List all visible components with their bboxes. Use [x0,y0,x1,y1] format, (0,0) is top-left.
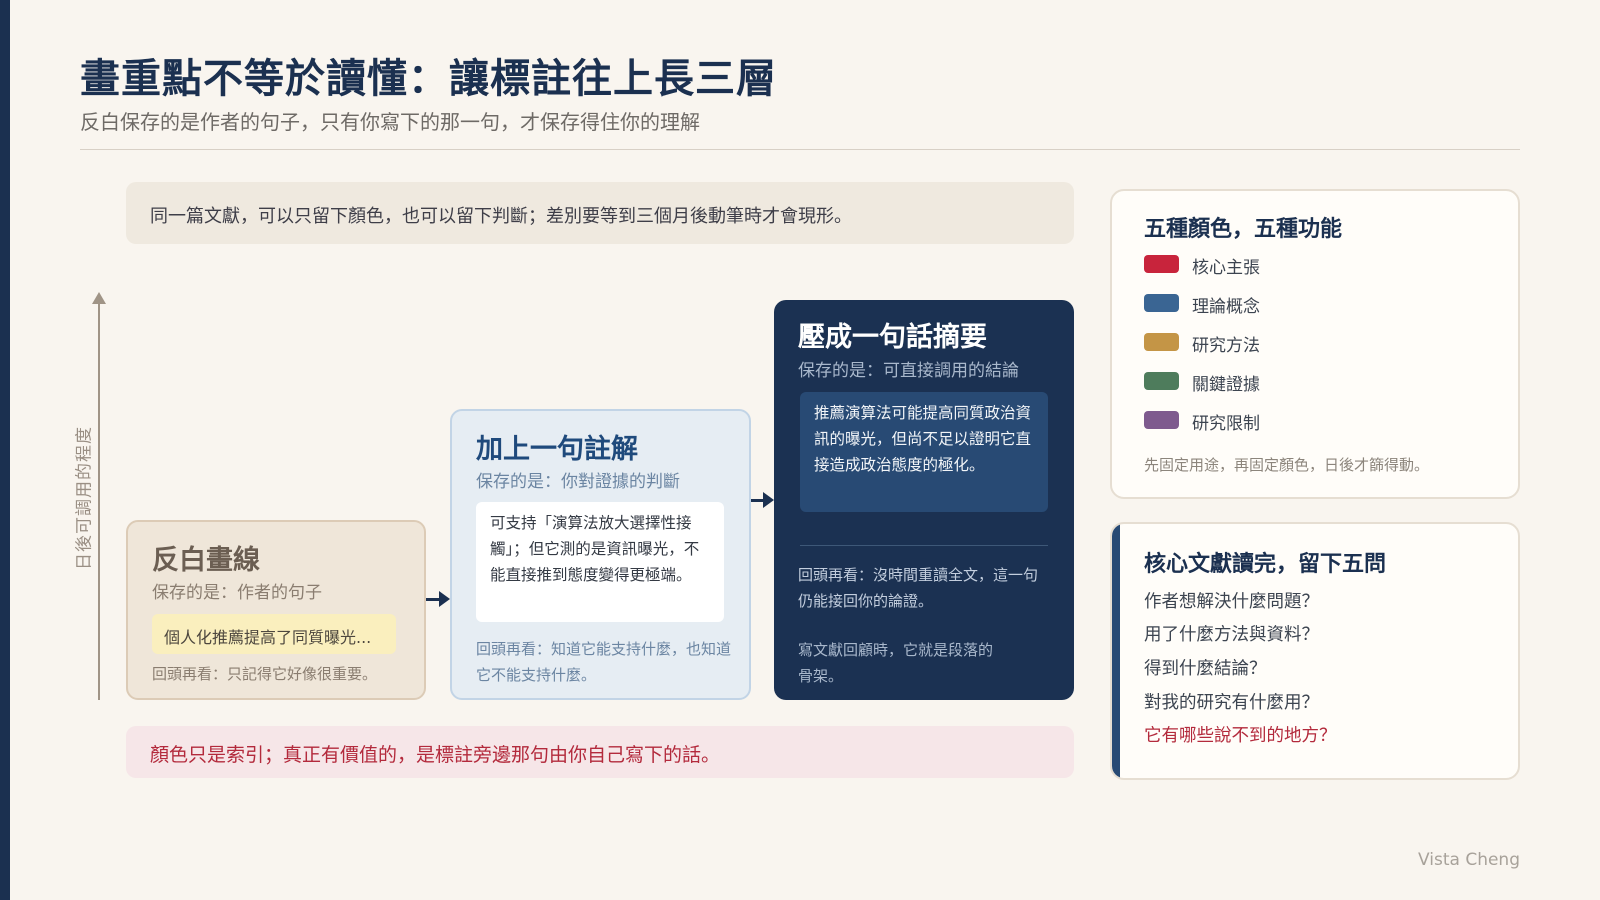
legend-label: 核心主張 [1192,258,1260,278]
level-card-highlight: 反白畫線 保存的是：作者的句子 個人化推薦提高了同質曝光... 回頭再看：只記得… [126,520,426,700]
legend-swatch [1144,255,1179,273]
legend-swatch [1144,294,1179,312]
level-card-annotation: 加上一句註解 保存的是：你對證據的判斷 可支持「演算法放大選擇性接觸」；但它測的… [450,409,751,700]
axis-arrow-up-icon [92,292,106,304]
intro-banner: 同一篇文獻，可以只留下顏色，也可以留下判斷；差別要等到三個月後動筆時才會現形。 [126,182,1074,244]
legend-label: 研究限制 [1192,414,1260,434]
flow-arrow-right-icon [751,490,774,510]
level-title: 壓成一句話摘要 [798,322,987,353]
left-accent-rail [0,0,10,900]
level-title: 反白畫線 [152,545,260,576]
questions-title: 核心文獻讀完，留下五問 [1144,552,1387,577]
panel-accent-bar [1112,524,1120,778]
color-legend-panel: 五種顏色，五種功能 核心主張 理論概念 研究方法 關鍵證據 研究限制 先固定用途… [1110,189,1520,499]
level-extra-note: 寫文獻回顧時，它就是段落的骨架。 [798,641,994,685]
highlight-sample: 個人化推薦提高了同質曝光... [152,614,396,654]
bottom-note-banner: 顏色只是索引；真正有價值的，是標註旁邊那句由你自己寫下的話。 [126,726,1074,778]
legend-label: 理論概念 [1192,297,1260,317]
annotation-sample: 可支持「演算法放大選擇性接觸」；但它測的是資訊曝光，不能直接推到態度變得更極端。 [476,502,724,622]
level-subtitle: 保存的是：可直接調用的結論 [798,361,1019,381]
page-subtitle: 反白保存的是作者的句子，只有你寫下的那一句，才保存得住你的理解 [80,110,700,134]
legend-label: 研究方法 [1192,336,1260,356]
legend-note: 先固定用途，再固定顏色，日後才篩得動。 [1144,456,1430,474]
legend-swatch [1144,372,1179,390]
summary-sample: 推薦演算法可能提高同質政治資訊的曝光，但尚不足以證明它直接造成政治態度的極化。 [800,392,1048,512]
usability-axis-line [98,298,100,700]
level-footer: 回頭再看：知道它能支持什麼，也知道它不能支持什麼。 [476,640,732,684]
question-item: 得到什麼結論？ [1144,659,1267,679]
question-item: 對我的研究有什麼用？ [1144,693,1319,713]
flow-arrow-right-icon [426,589,450,609]
level-title: 加上一句註解 [476,434,638,465]
question-item: 用了什麼方法與資料？ [1144,625,1319,645]
level-card-summary: 壓成一句話摘要 保存的是：可直接調用的結論 推薦演算法可能提高同質政治資訊的曝光… [774,300,1074,700]
page-title: 畫重點不等於讀懂：讓標註往上長三層 [80,56,777,102]
level-footer: 回頭再看：只記得它好像很重要。 [152,665,378,683]
question-item: 它有哪些說不到的地方？ [1144,726,1337,746]
legend-swatch [1144,411,1179,429]
header-divider [80,149,1520,150]
legend-swatch [1144,333,1179,351]
axis-label: 日後可調用的程度 [74,426,95,570]
question-item: 作者想解決什麼問題？ [1144,592,1319,612]
level-subtitle: 保存的是：你對證據的判斷 [476,472,680,492]
author-signature: Vista Cheng [1418,850,1520,870]
level-footer: 回頭再看：沒時間重讀全文，這一句仍能接回你的論證。 [798,566,1039,610]
level-subtitle: 保存的是：作者的句子 [152,583,322,603]
five-questions-panel: 核心文獻讀完，留下五問 作者想解決什麼問題？ 用了什麼方法與資料？ 得到什麼結論… [1110,522,1520,780]
legend-title: 五種顏色，五種功能 [1144,217,1343,242]
card-divider [800,545,1048,546]
legend-label: 關鍵證據 [1192,375,1260,395]
